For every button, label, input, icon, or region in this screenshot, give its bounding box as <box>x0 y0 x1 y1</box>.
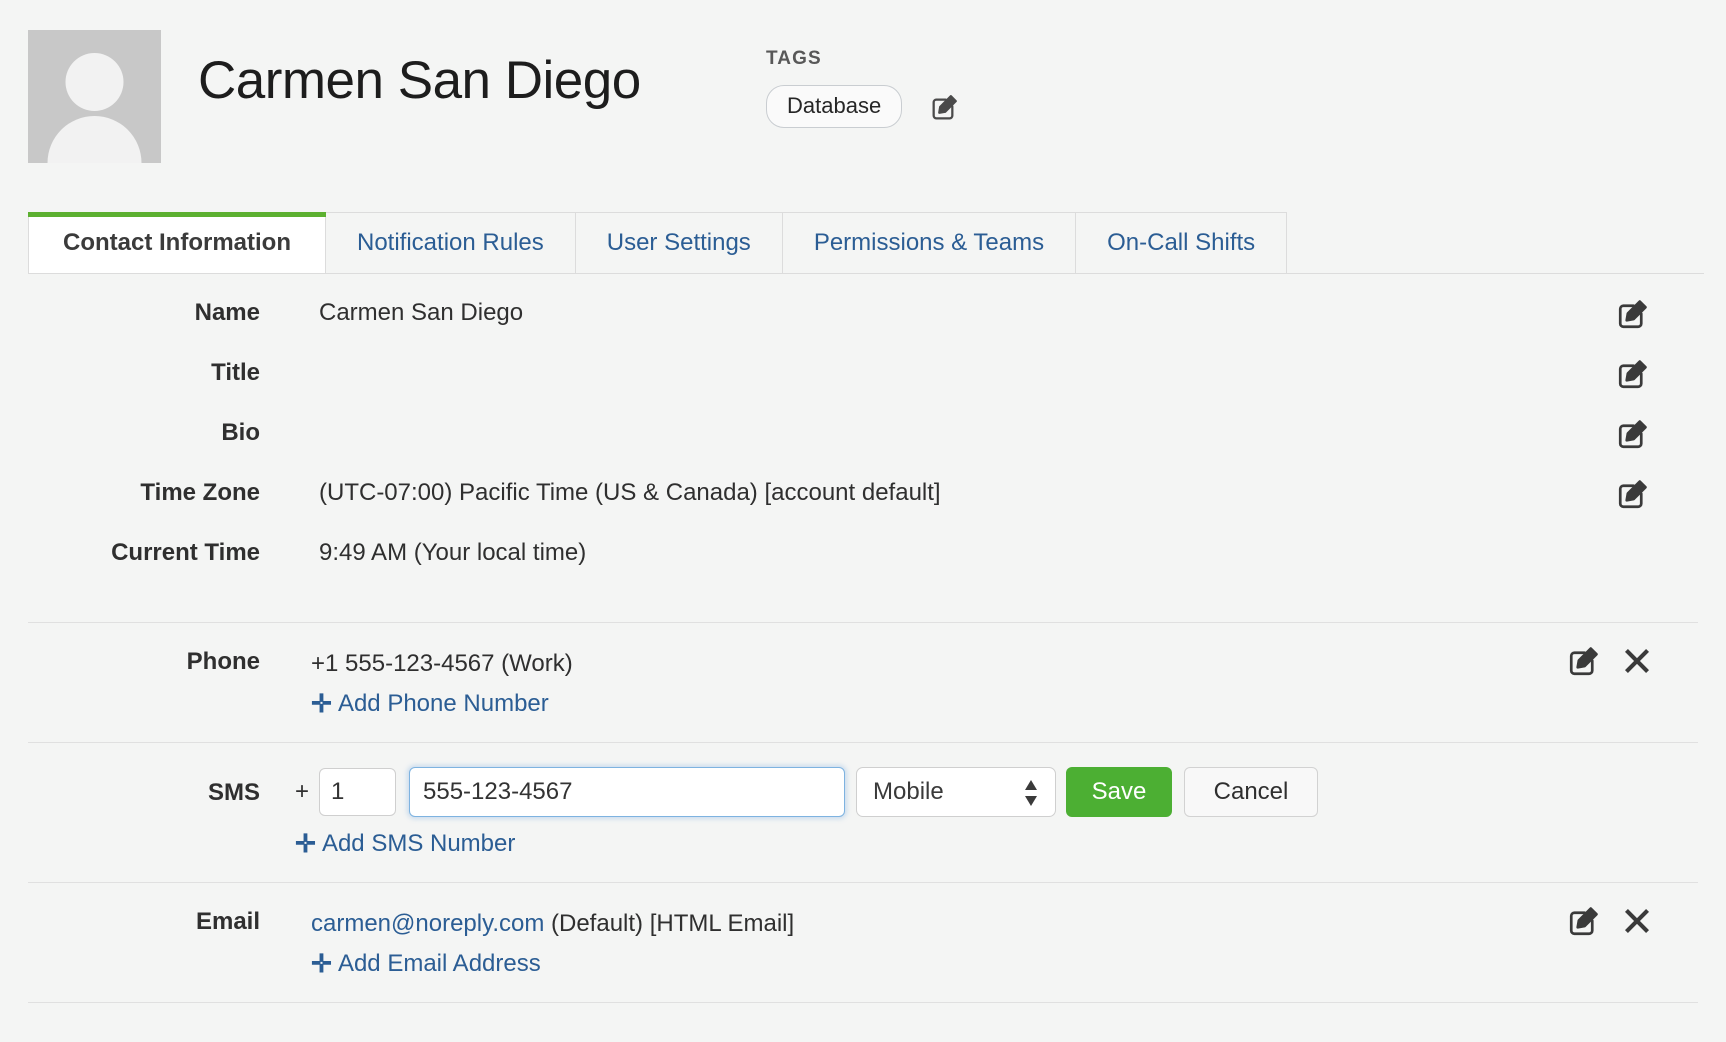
page-title: Carmen San Diego <box>198 50 641 112</box>
tags-label: TAGS <box>766 48 961 70</box>
info-row-title: Title <box>0 358 1726 418</box>
info-row-time-zone: Time Zone (UTC-07:00) Pacific Time (US &… <box>0 478 1726 538</box>
tab-on-call-shifts[interactable]: On-Call Shifts <box>1076 212 1287 274</box>
email-value: carmen@noreply.com (Default) [HTML Email… <box>260 907 794 941</box>
email-address-link[interactable]: carmen@noreply.com <box>311 910 544 937</box>
tab-label: Permissions & Teams <box>814 229 1044 257</box>
contact-information-page: Carmen San Diego TAGS Database Contact I… <box>0 0 1726 1042</box>
tab-label: Contact Information <box>63 229 291 257</box>
field-label: Title <box>0 358 260 388</box>
field-value: Carmen San Diego <box>260 298 523 328</box>
tag-chip-database[interactable]: Database <box>766 85 902 128</box>
tab-user-settings[interactable]: User Settings <box>576 212 783 274</box>
tab-contact-information[interactable]: Contact Information <box>28 212 326 274</box>
info-row-bio: Bio <box>0 418 1726 478</box>
tab-label: Notification Rules <box>357 229 544 257</box>
avatar <box>28 30 161 163</box>
chevron-updown-icon <box>1023 777 1039 814</box>
section-divider <box>28 1002 1698 1003</box>
close-x-icon[interactable] <box>1621 645 1657 681</box>
email-row: Email carmen@noreply.com (Default) [HTML… <box>0 907 1726 941</box>
add-email-address-link[interactable]: ✛ Add Email Address <box>260 949 1726 979</box>
basic-info-block: Name Carmen San Diego Title <box>0 274 1726 598</box>
edit-pencil-icon[interactable] <box>1615 476 1651 512</box>
info-row-name: Name Carmen San Diego <box>0 298 1726 358</box>
sms-type-select[interactable]: Mobile <box>856 767 1056 817</box>
edit-pencil-icon[interactable] <box>1615 416 1651 452</box>
cancel-button[interactable]: Cancel <box>1184 767 1318 817</box>
tab-label: User Settings <box>607 229 751 257</box>
tab-label: On-Call Shifts <box>1107 229 1255 257</box>
edit-pencil-icon[interactable] <box>1615 356 1651 392</box>
phone-row: Phone +1 555-123-4567 (Work) <box>0 647 1726 681</box>
field-label: Bio <box>0 418 260 448</box>
email-value-suffix: (Default) [HTML Email] <box>544 910 794 937</box>
sms-section: SMS + Mobile Save <box>0 743 1726 882</box>
field-label: Current Time <box>0 538 260 568</box>
contact-details: Name Carmen San Diego Title <box>0 274 1726 1003</box>
field-label: SMS <box>0 779 260 807</box>
close-x-icon[interactable] <box>1621 905 1657 941</box>
sms-type-selected-value: Mobile <box>857 778 944 806</box>
country-code-prefix: + <box>295 778 309 806</box>
plus-icon: ✛ <box>311 689 332 719</box>
country-code-input[interactable] <box>319 768 396 816</box>
field-label: Time Zone <box>0 478 260 508</box>
add-sms-number-label: Add SMS Number <box>322 829 515 859</box>
tab-notification-rules[interactable]: Notification Rules <box>326 212 576 274</box>
save-button[interactable]: Save <box>1066 767 1172 817</box>
tags-block: TAGS Database <box>766 48 961 128</box>
email-section: Email carmen@noreply.com (Default) [HTML… <box>0 883 1726 1002</box>
add-phone-number-link[interactable]: ✛ Add Phone Number <box>260 689 1726 719</box>
tab-bar: Contact Information Notification Rules U… <box>28 212 1287 274</box>
sms-edit-body: + Mobile Save Cancel <box>260 767 1726 859</box>
field-label: Email <box>0 907 260 937</box>
plus-icon: ✛ <box>311 949 332 979</box>
edit-pencil-icon[interactable] <box>929 91 961 123</box>
tags-row: Database <box>766 85 961 128</box>
add-email-address-label: Add Email Address <box>338 949 541 979</box>
tab-permissions-teams[interactable]: Permissions & Teams <box>783 212 1076 274</box>
field-label: Phone <box>0 647 260 677</box>
page-header: Carmen San Diego TAGS Database <box>0 0 1726 190</box>
sms-number-input[interactable] <box>409 767 845 817</box>
add-phone-number-label: Add Phone Number <box>338 689 549 719</box>
phone-value: +1 555-123-4567 (Work) <box>260 647 573 681</box>
edit-pencil-icon[interactable] <box>1566 903 1602 939</box>
edit-pencil-icon[interactable] <box>1566 643 1602 679</box>
info-row-current-time: Current Time 9:49 AM (Your local time) <box>0 538 1726 598</box>
field-label: Name <box>0 298 260 328</box>
field-value: 9:49 AM (Your local time) <box>260 538 586 568</box>
field-value: (UTC-07:00) Pacific Time (US & Canada) [… <box>260 478 941 508</box>
plus-icon: ✛ <box>295 829 316 859</box>
edit-pencil-icon[interactable] <box>1615 296 1651 332</box>
sms-edit-row: + Mobile Save Cancel <box>260 767 1726 817</box>
add-sms-number-link[interactable]: ✛ Add SMS Number <box>260 829 1726 859</box>
phone-section: Phone +1 555-123-4567 (Work) ✛ Add Phone… <box>0 623 1726 742</box>
